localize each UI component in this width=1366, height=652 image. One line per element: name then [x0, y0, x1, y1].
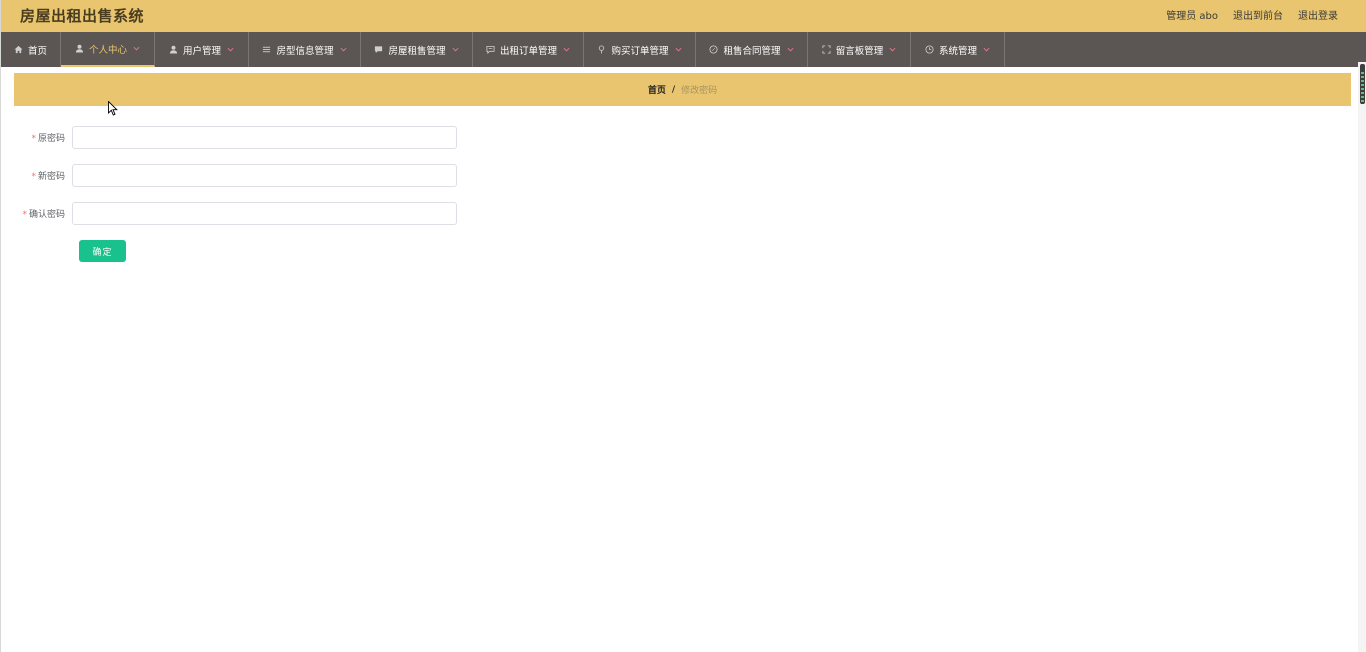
- nav-label-house-rental-sale: 房屋租售管理: [388, 45, 446, 57]
- nav-label-personal-center: 个人中心: [88, 44, 127, 56]
- chevron-down-icon: [452, 47, 459, 52]
- required-mark: *: [31, 134, 36, 144]
- nav-label-room-type-management: 房型信息管理: [276, 45, 334, 57]
- admin-user-label: 管理员 abo: [1166, 11, 1218, 22]
- confirm-password-label: * 确认密码: [22, 210, 65, 220]
- location-icon: [597, 45, 606, 54]
- scrollbar-grip: [1361, 72, 1364, 104]
- nav-item-personal-center[interactable]: 个人中心: [61, 32, 155, 67]
- scrollbar[interactable]: [1358, 62, 1366, 652]
- new-password-label: * 新密码: [31, 172, 65, 182]
- app-frame: 房屋出租出售系统 管理员 abo 退出到前台 退出登录 首页 个人中心 用户管理…: [0, 0, 1366, 652]
- chevron-down-icon: [983, 47, 990, 52]
- header-actions: 管理员 abo 退出到前台 退出登录: [1166, 7, 1338, 22]
- chevron-down-icon: [787, 47, 794, 52]
- nav-label-user-management: 用户管理: [182, 45, 221, 57]
- nav-item-system-management[interactable]: 系统管理: [911, 32, 1005, 67]
- chevron-down-icon: [340, 47, 347, 52]
- clock-icon: [925, 45, 934, 54]
- nav-item-contract-management[interactable]: 租售合同管理: [696, 32, 808, 67]
- breadcrumb-current: 修改密码: [681, 86, 718, 96]
- breadcrumb-separator: /: [671, 84, 676, 95]
- list-icon: [262, 45, 271, 54]
- breadcrumb-home[interactable]: 首页: [648, 83, 666, 96]
- nav-label-purchase-orders: 购买订单管理: [611, 45, 669, 57]
- required-mark: *: [22, 210, 27, 220]
- confirm-password-row: * 确认密码: [14, 202, 457, 225]
- nav-item-rental-orders[interactable]: 出租订单管理: [473, 32, 584, 67]
- old-password-row: * 原密码: [14, 126, 457, 149]
- new-password-row: * 新密码: [14, 164, 457, 187]
- home-icon: [14, 45, 23, 54]
- app-title: 房屋出租出售系统: [20, 7, 145, 25]
- chevron-down-icon: [133, 46, 140, 51]
- nav-label-rental-orders: 出租订单管理: [499, 45, 557, 57]
- fullscreen-icon: [822, 45, 831, 54]
- breadcrumb: 首页 / 修改密码: [14, 73, 1351, 106]
- chevron-down-icon: [889, 47, 896, 52]
- nav-label-message-board: 留言板管理: [835, 45, 884, 57]
- nav-item-home[interactable]: 首页: [1, 32, 61, 67]
- compass-icon: [709, 45, 718, 54]
- nav-label-home: 首页: [27, 45, 47, 57]
- user-icon: [169, 45, 178, 54]
- mouse-cursor-icon: [108, 100, 118, 120]
- old-password-label: * 原密码: [31, 134, 65, 144]
- submit-button[interactable]: 确定: [79, 240, 126, 262]
- message-icon: [486, 45, 495, 54]
- main-nav: 首页 个人中心 用户管理 房型信息管理 房屋租售管理 出租订单管理 购买订单管理…: [1, 32, 1366, 67]
- back-to-front-link[interactable]: 退出到前台: [1233, 7, 1283, 22]
- nav-item-user-management[interactable]: 用户管理: [155, 32, 249, 67]
- user-icon: [75, 44, 84, 53]
- nav-item-purchase-orders[interactable]: 购买订单管理: [584, 32, 696, 67]
- chevron-down-icon: [675, 47, 682, 52]
- confirm-password-input[interactable]: [72, 202, 457, 225]
- new-password-input[interactable]: [72, 164, 457, 187]
- top-header: 房屋出租出售系统 管理员 abo 退出到前台 退出登录: [1, 0, 1366, 32]
- logout-link[interactable]: 退出登录: [1298, 7, 1338, 22]
- chat-icon: [374, 45, 383, 54]
- required-mark: *: [31, 172, 36, 182]
- chevron-down-icon: [563, 47, 570, 52]
- nav-item-house-rental-sale[interactable]: 房屋租售管理: [361, 32, 473, 67]
- chevron-down-icon: [227, 47, 234, 52]
- nav-label-system-management: 系统管理: [938, 45, 977, 57]
- nav-item-room-type-management[interactable]: 房型信息管理: [249, 32, 361, 67]
- nav-label-contract-management: 租售合同管理: [723, 45, 781, 57]
- nav-item-message-board[interactable]: 留言板管理: [808, 32, 911, 67]
- old-password-input[interactable]: [72, 126, 457, 149]
